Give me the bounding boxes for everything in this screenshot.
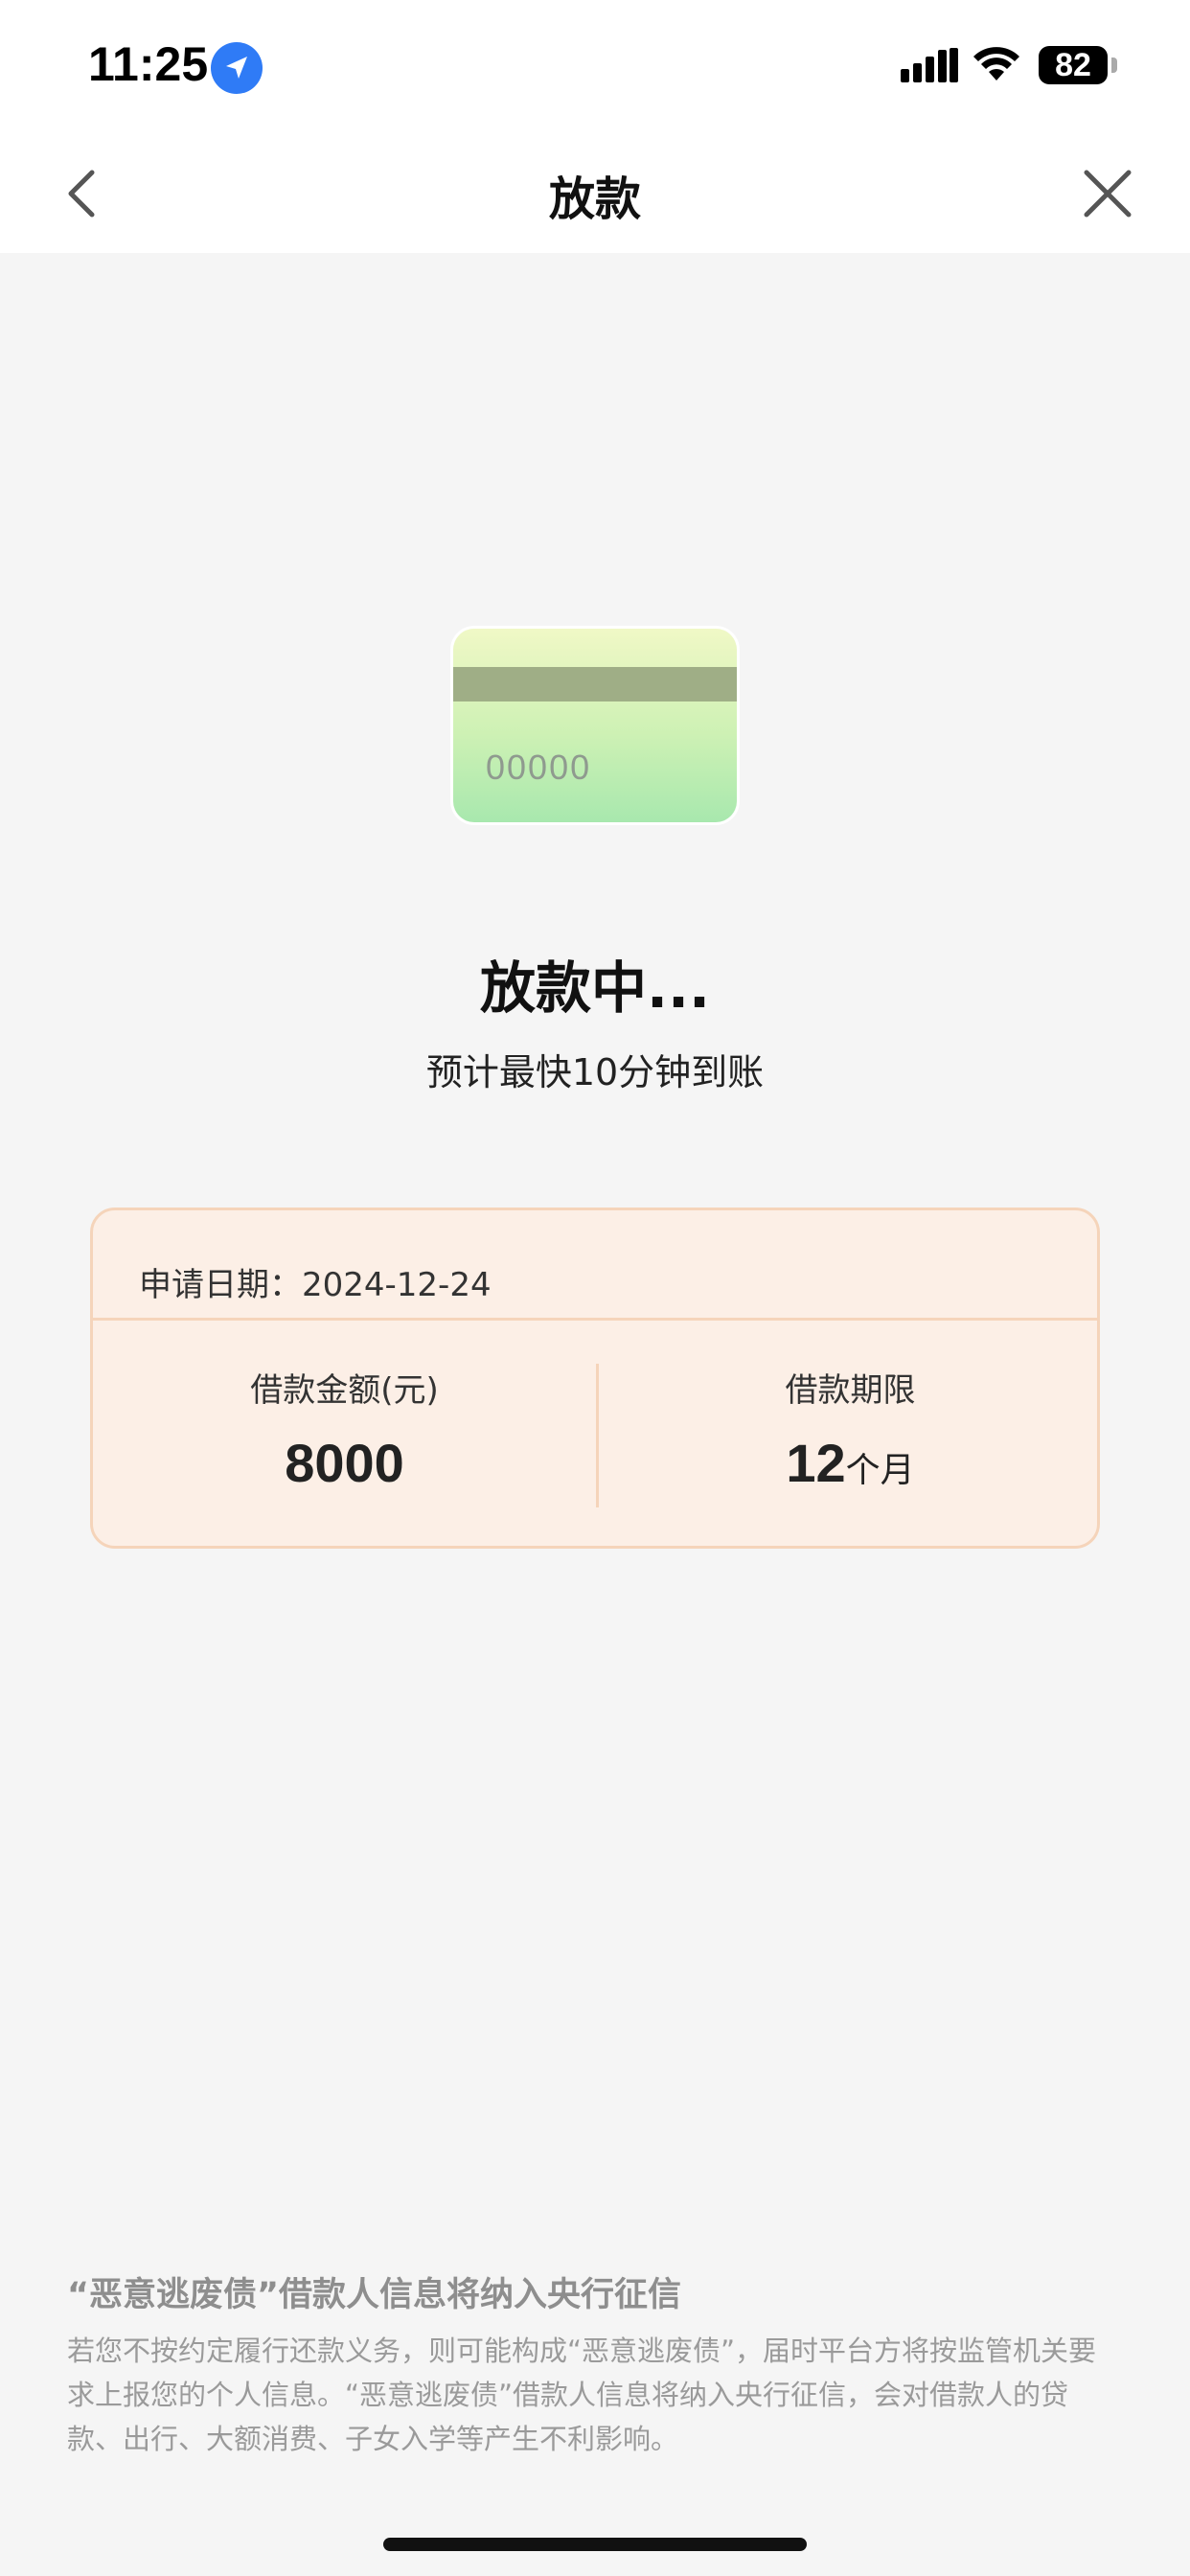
battery-tip: [1111, 58, 1117, 73]
signal-icon: [901, 48, 958, 86]
loan-amount-value: 8000: [285, 1433, 404, 1493]
page: 11:25 82 放款 00000 放款中... 预计最快10分钟到账 申请日期…: [0, 0, 1190, 2576]
loan-term-unit: 个月: [845, 1451, 915, 1490]
wifi-icon: [972, 44, 1021, 86]
location-arrow-icon: [211, 42, 263, 94]
loan-info-card: 申请日期：2024-12-24 借款金额(元) 8000 借款期限 12个月: [90, 1208, 1100, 1549]
status-bar: 11:25 82: [0, 0, 1190, 134]
loan-amount-section: 借款金额(元) 8000: [93, 1364, 596, 1494]
notice-body: 若您不按约定履行还款义务，则可能构成“恶意逃废债”，届时平台方将按监管机关要求上…: [67, 2334, 1097, 2455]
notice-title: “恶意逃废债”借款人信息将纳入央行征信: [67, 2276, 682, 2314]
battery-icon: 82: [1039, 46, 1108, 84]
nav-bar: 放款: [0, 134, 1190, 253]
loan-term-value: 12: [786, 1433, 846, 1493]
loan-term-section: 借款期限 12个月: [599, 1364, 1102, 1494]
loan-term-value-wrap: 12个月: [599, 1432, 1102, 1494]
disbursement-status-subtitle: 预计最快10分钟到账: [425, 1051, 765, 1093]
loan-amount-label: 借款金额(元): [250, 1371, 439, 1410]
disbursement-status-title: 放款中...: [479, 955, 711, 1021]
status-time: 11:25: [88, 37, 209, 91]
close-button[interactable]: [1077, 163, 1138, 224]
loan-term-label: 借款期限: [785, 1371, 916, 1410]
close-icon: [1084, 170, 1132, 218]
card-number: 00000: [486, 748, 592, 787]
home-indicator: [383, 2538, 807, 2551]
info-divider: [93, 1318, 1097, 1321]
page-title: 放款: [548, 172, 641, 226]
card-stripe: [453, 667, 737, 702]
bank-card-illustration: 00000: [453, 629, 737, 822]
battery-level: 82: [1055, 47, 1091, 83]
apply-date: 申请日期：2024-12-24: [139, 1266, 492, 1304]
